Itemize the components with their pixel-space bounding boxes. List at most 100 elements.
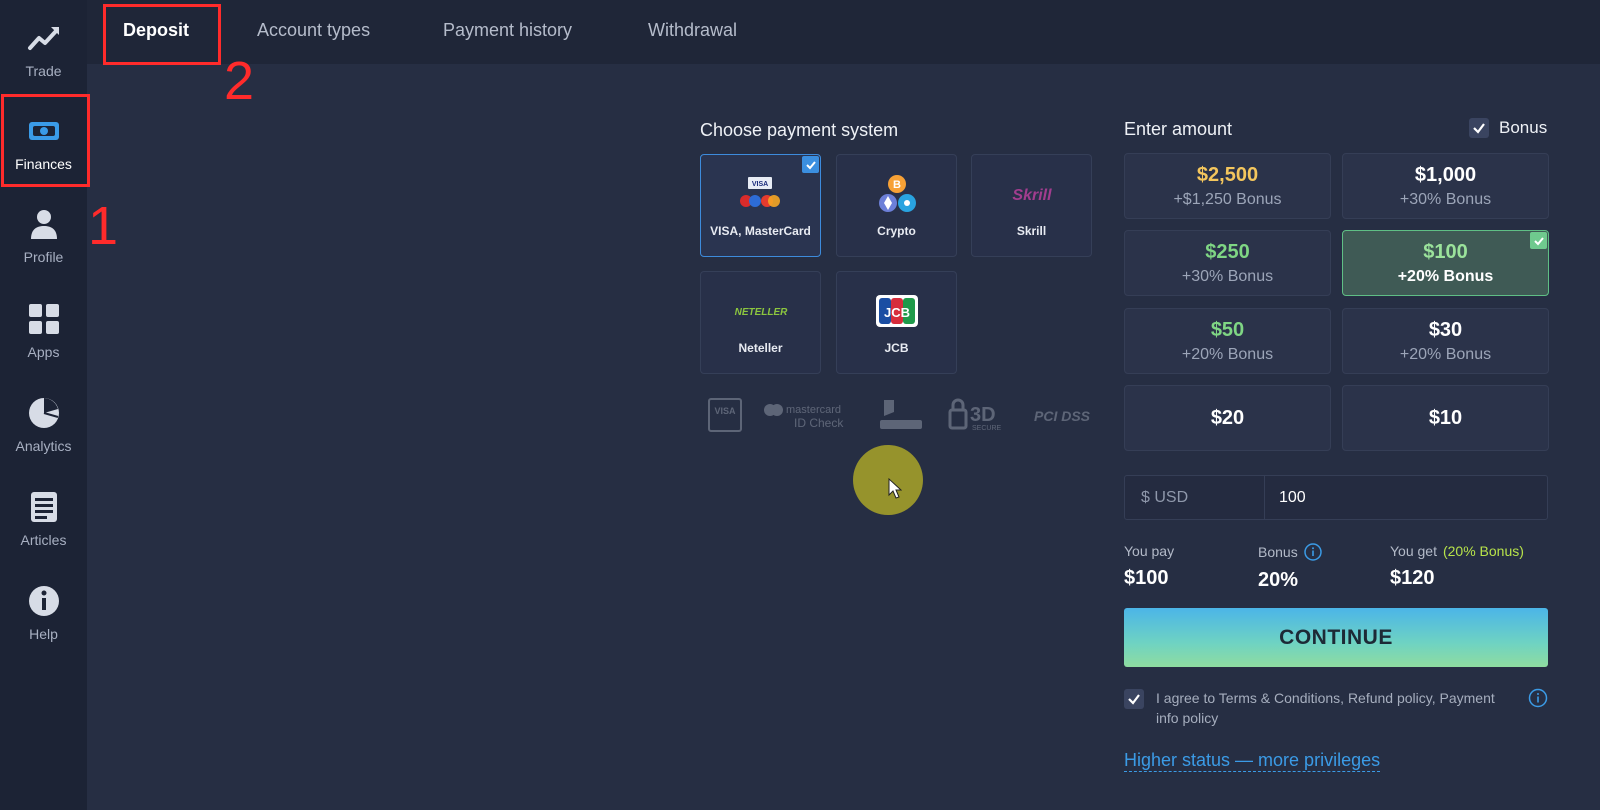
visa-secure-logo: VISA [708,398,742,432]
tab-withdrawal[interactable]: Withdrawal [648,20,737,41]
amount-value: $50 [1210,318,1245,341]
sidebar-item-label: Articles [20,532,67,548]
payment-method-skrill[interactable]: Skrill Skrill [971,154,1092,257]
3d-secure-logo: 3DSECURE [948,398,1002,432]
currency-label: $ USD [1125,476,1265,519]
sidebar-item-profile[interactable]: Profile [0,191,87,281]
amount-option-100[interactable]: $100 +20% Bonus [1342,230,1549,296]
amount-option-20[interactable]: $20 [1124,385,1331,451]
terms-text: I agree to Terms & Conditions, Refund po… [1156,690,1495,726]
sidebar-item-label: Trade [25,63,62,79]
payment-method-crypto[interactable]: B Crypto [836,154,957,257]
amount-bonus: +30% Bonus [1181,267,1274,285]
amount-option-250[interactable]: $250 +30% Bonus [1124,230,1331,296]
you-get-summary: You get (20% Bonus) $120 [1390,543,1524,590]
payment-method-label: JCB [884,340,909,355]
sidebar-item-trade[interactable]: Trade [0,5,87,95]
amount-option-10[interactable]: $10 [1342,385,1549,451]
sidebar-item-label: Help [29,626,58,642]
you-get-value: $120 [1390,567,1435,589]
enter-amount-title: Enter amount [1124,119,1233,139]
person-icon [30,210,57,239]
terms-info-icon[interactable] [1528,688,1548,708]
amount-input-group: $ USD [1124,475,1548,520]
terms-agreement: I agree to Terms & Conditions, Refund po… [1124,688,1548,728]
amount-option-1000[interactable]: $1,000 +30% Bonus [1342,153,1549,219]
mouse-pointer-icon [888,478,902,499]
terms-checkbox[interactable] [1124,689,1144,709]
amount-bonus: +20% Bonus [1181,345,1274,363]
neteller-logo: NETELLER [731,291,791,331]
svg-text:PCI DSS: PCI DSS [1034,408,1091,424]
payment-system-title: Choose payment system [700,120,899,140]
info-icon[interactable] [1303,543,1322,561]
trend-up-icon [27,27,59,50]
svg-text:SECURE: SECURE [972,425,1002,432]
checkbox-checked-icon [1469,118,1489,138]
security-logos: VISA mastercard ID Check 3D SECURE PCI DSS [708,395,1094,435]
info-icon [28,586,59,616]
you-get-bonus-note: (20% Bonus) [1442,543,1524,559]
amount-input[interactable] [1265,476,1547,519]
amount-bonus: +20% Bonus [1399,345,1492,363]
payment-method-neteller[interactable]: NETELLER Neteller [700,271,821,374]
visa-mastercard-logo: VISA [736,174,786,214]
amount-bonus: +30% Bonus [1399,190,1492,208]
amount-value: $10 [1428,406,1463,429]
mastercard-id-check-logo: mastercardID Check [764,404,844,430]
amount-option-30[interactable]: $30 +20% Bonus [1342,308,1549,374]
higher-status-link[interactable]: Higher status — more privileges [1124,750,1381,772]
payment-method-visa-mastercard[interactable]: VISA VISA, MasterCard [700,154,821,257]
you-pay-value: $100 [1124,567,1169,589]
svg-text:B: B [893,179,901,191]
svg-text:JCB: JCB [883,305,909,320]
sidebar-item-label: Analytics [15,438,72,454]
pie-chart-icon [28,398,59,428]
you-pay-summary: You pay $100 [1124,543,1174,590]
you-get-label: You get [1390,543,1437,559]
payment-method-label: VISA, MasterCard [710,223,811,238]
continue-button[interactable]: CONTINUE [1124,608,1548,667]
tab-account-types[interactable]: Account types [257,20,370,41]
svg-text:mastercard: mastercard [786,404,841,416]
article-icon [30,492,57,522]
amount-bonus: +20% Bonus [1397,267,1494,285]
amount-value: $1,000 [1414,163,1477,186]
amount-value: $30 [1428,318,1463,341]
sidebar-item-help[interactable]: Help [0,568,87,658]
secure-shield-logo [880,400,922,429]
amount-option-50[interactable]: $50 +20% Bonus [1124,308,1331,374]
amount-value: $100 [1423,240,1468,263]
selected-check-icon [802,156,819,173]
crypto-logo: B [877,174,917,214]
svg-text:VISA: VISA [714,406,736,416]
payment-method-jcb[interactable]: JCB JCB [836,271,957,374]
amount-value: $20 [1210,406,1245,429]
jcb-logo: JCB [875,291,919,331]
bonus-summary-label: Bonus [1258,544,1298,560]
sidebar-item-label: Apps [27,344,60,360]
sidebar-item-apps[interactable]: Apps [0,286,87,376]
svg-text:3D: 3D [970,404,996,426]
grid-icon [28,304,59,334]
annotation-step-1: 1 [88,196,119,256]
sidebar-item-label: Profile [23,249,64,265]
sidebar-item-analytics[interactable]: Analytics [0,380,87,470]
amount-option-2500[interactable]: $2,500 +$1,250 Bonus [1124,153,1331,219]
amount-value: $250 [1205,240,1250,263]
bonus-checkbox[interactable]: Bonus [1469,118,1547,138]
payment-method-label: Skrill [1016,223,1047,238]
bonus-summary: Bonus 20% [1258,543,1322,592]
annotation-step-2: 2 [224,51,255,111]
you-pay-label: You pay [1124,543,1175,559]
sidebar-item-articles[interactable]: Articles [0,474,87,564]
amount-bonus: +$1,250 Bonus [1173,190,1282,208]
selected-check-icon [1530,232,1547,249]
pci-dss-logo: PCI DSS [1034,408,1091,424]
tab-payment-history[interactable]: Payment history [443,20,572,41]
annotation-box-finances [1,94,90,187]
cursor-highlight [853,445,923,515]
payment-method-label: Neteller [738,340,783,355]
svg-text:Skrill: Skrill [1012,187,1052,204]
svg-text:ID Check: ID Check [794,416,844,430]
